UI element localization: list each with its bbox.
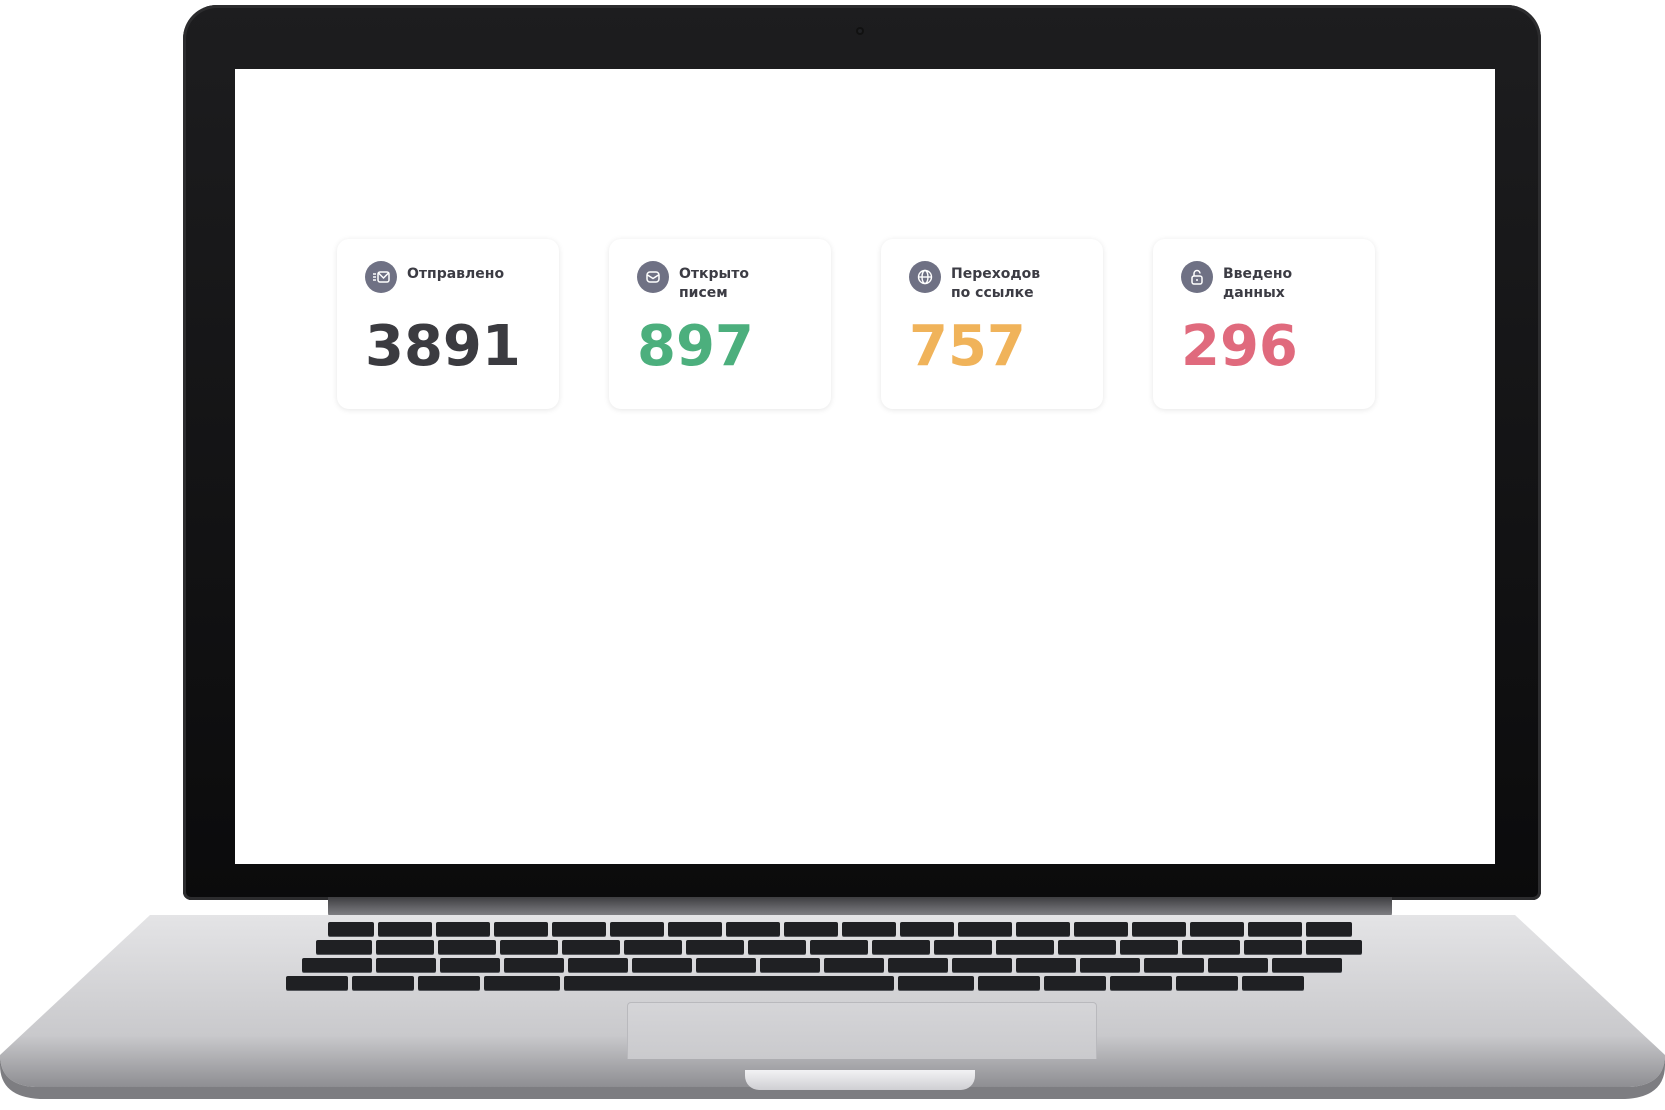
envelope-open-icon — [637, 261, 669, 293]
stat-card-header: Открыто писем — [637, 261, 749, 303]
stat-value: 897 — [637, 314, 754, 379]
laptop-screen: Отправлено 3891 Открыто писем 897 Перехо… — [235, 69, 1495, 864]
stat-card-sent: Отправлено 3891 — [337, 239, 559, 409]
stat-card-header: Введено данных — [1181, 261, 1292, 303]
lock-icon — [1181, 261, 1213, 293]
trackpad — [627, 1002, 1097, 1059]
keyboard — [278, 922, 1438, 994]
stat-label: Отправлено — [407, 266, 505, 282]
laptop-lid: Отправлено 3891 Открыто писем 897 Перехо… — [183, 5, 1541, 900]
mail-sent-icon — [365, 261, 397, 293]
stat-card-header: Переходов по ссылке — [909, 261, 1040, 303]
stat-label: Открыто писем — [679, 266, 749, 301]
stat-label: Переходов по ссылке — [951, 266, 1041, 301]
stats-cards: Отправлено 3891 Открыто писем 897 Перехо… — [337, 239, 1377, 409]
stat-card-header: Отправлено — [365, 261, 504, 293]
stat-value: 3891 — [365, 314, 521, 379]
stat-card-data-entered: Введено данных 296 — [1153, 239, 1375, 409]
camera — [856, 27, 864, 35]
stat-card-opened: Открыто писем 897 — [609, 239, 831, 409]
laptop-mockup: Отправлено 3891 Открыто писем 897 Перехо… — [0, 0, 1665, 1110]
stat-card-clicks: Переходов по ссылке 757 — [881, 239, 1103, 409]
stat-value: 296 — [1181, 314, 1298, 379]
globe-icon — [909, 261, 941, 293]
stat-label: Введено данных — [1223, 266, 1293, 301]
lid-notch — [745, 1070, 975, 1090]
stat-value: 757 — [909, 314, 1026, 379]
